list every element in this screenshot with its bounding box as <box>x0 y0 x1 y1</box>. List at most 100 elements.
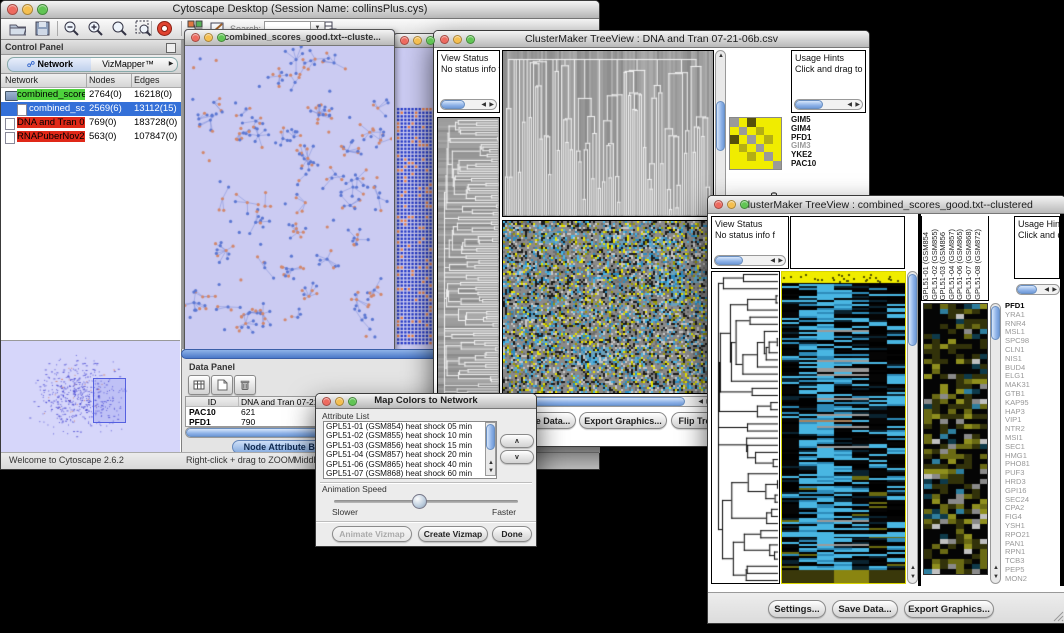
attribute-item[interactable]: GPL51-02 (GSM855) heat shock 10 min <box>326 431 496 440</box>
matrix-cell[interactable] <box>764 152 773 161</box>
attribute-list[interactable]: GPL51-01 (GSM854) heat shock 05 minGPL51… <box>323 421 497 479</box>
tv1-status-scrollbar[interactable]: ◀▶ <box>440 99 497 110</box>
matrix-cell[interactable] <box>773 118 782 127</box>
tv2-gene-vscrollbar[interactable]: ▲▼ <box>990 303 1001 584</box>
dense-network-canvas[interactable] <box>396 106 434 346</box>
attribute-item[interactable]: GPL51-03 (GSM856) heat shock 15 min <box>326 441 496 450</box>
data-row[interactable]: PAC10621 <box>186 407 316 417</box>
attribute-list-scrollbar[interactable]: ▲▼ <box>485 422 496 476</box>
matrix-cell[interactable] <box>747 152 756 161</box>
matrix-cell[interactable] <box>747 135 756 144</box>
matrix-cell[interactable] <box>764 135 773 144</box>
tv2-save-data-button[interactable]: Save Data... <box>832 600 898 618</box>
tab-network[interactable]: ☍ Network <box>7 57 93 72</box>
matrix-cell[interactable] <box>756 118 765 127</box>
zoom-out-icon[interactable] <box>63 20 81 37</box>
matrix-cell[interactable] <box>739 152 748 161</box>
matrix-cell[interactable] <box>739 161 748 170</box>
matrix-cell[interactable] <box>730 127 739 136</box>
matrix-cell[interactable] <box>747 118 756 127</box>
network-row[interactable]: RNAPuberNov2+|563(0)107847(0) <box>1 130 181 144</box>
move-down-button[interactable]: v <box>500 450 534 464</box>
help-lifebuoy-icon[interactable] <box>156 20 174 37</box>
slider-thumb[interactable] <box>412 494 427 509</box>
window-controls[interactable] <box>7 4 48 15</box>
tv2-row-dendrogram[interactable] <box>711 271 780 584</box>
tv2-heatmap[interactable] <box>781 271 906 584</box>
network-row[interactable]: combined_sco2569(6)13112(15) <box>1 102 181 116</box>
matrix-cell[interactable] <box>764 118 773 127</box>
matrix-cell[interactable] <box>756 144 765 153</box>
matrix-cell[interactable] <box>730 135 739 144</box>
tv1-hints-scrollbar[interactable]: ◀▶ <box>794 99 863 110</box>
network-frame-1[interactable]: combined_scores_good.txt--cluste... <box>184 29 395 351</box>
matrix-cell[interactable] <box>730 118 739 127</box>
network-view-canvas[interactable] <box>185 46 392 349</box>
attribute-item[interactable]: GPL51-07 (GSM868) heat shock 60 min <box>326 469 496 478</box>
matrix-cell[interactable] <box>764 127 773 136</box>
animate-vizmap-button[interactable]: Animate Vizmap <box>332 526 412 542</box>
matrix-cell[interactable] <box>730 161 739 170</box>
create-vizmap-button[interactable]: Create Vizmap <box>418 526 488 542</box>
matrix-cell[interactable] <box>764 144 773 153</box>
tab-vizmapper[interactable]: VizMapper™ <box>91 57 166 72</box>
main-title-bar[interactable]: Cytoscape Desktop (Session Name: collins… <box>1 1 599 19</box>
matrix-cell[interactable] <box>756 152 765 161</box>
network-overview[interactable] <box>1 340 180 453</box>
treeview1-title-bar[interactable]: ClusterMaker TreeView : DNA and Tran 07-… <box>434 31 869 48</box>
matrix-cell[interactable] <box>773 127 782 136</box>
attribute-item[interactable]: GPL51-06 (GSM865) heat shock 40 min <box>326 460 496 469</box>
data-col-id[interactable]: ID <box>186 397 239 406</box>
matrix-cell[interactable] <box>739 118 748 127</box>
resize-grip-icon[interactable] <box>1052 610 1064 622</box>
matrix-cell[interactable] <box>773 135 782 144</box>
matrix-cell[interactable] <box>747 127 756 136</box>
tv1-heatmap[interactable] <box>502 220 714 394</box>
network-row[interactable]: combined_scores_2764(0)16218(0) <box>1 88 181 102</box>
tv1-column-dendrogram[interactable] <box>502 50 714 217</box>
matrix-cell[interactable] <box>739 144 748 153</box>
dialog-title-bar[interactable]: Map Colors to Network <box>316 394 536 409</box>
network-col-header[interactable]: Network <box>5 75 38 85</box>
tv2-column-dendrogram[interactable] <box>790 216 905 269</box>
table-mode-button[interactable] <box>188 375 210 395</box>
data-col-attr[interactable]: DNA and Tran 07-21-06 <box>239 397 316 406</box>
tv2-heatmap-vscrollbar[interactable]: ▲▼ <box>907 271 918 584</box>
matrix-cell[interactable] <box>739 135 748 144</box>
matrix-cell[interactable] <box>730 144 739 153</box>
zoom-in-icon[interactable] <box>87 20 105 37</box>
open-icon[interactable] <box>9 20 27 37</box>
treeview2-title-bar[interactable]: ClusterMaker TreeView : combined_scores_… <box>708 196 1064 214</box>
zoom-fit-icon[interactable] <box>111 20 129 37</box>
matrix-cell[interactable] <box>773 161 782 170</box>
delete-attribute-button[interactable] <box>234 375 256 395</box>
data-row[interactable]: PFD1790 <box>186 417 316 427</box>
matrix-cell[interactable] <box>756 135 765 144</box>
network-col-header[interactable]: Edges <box>134 75 160 85</box>
move-up-button[interactable]: ʌ <box>500 434 534 448</box>
matrix-cell[interactable] <box>739 127 748 136</box>
matrix-cell[interactable] <box>756 161 765 170</box>
tv2-export-graphics-button[interactable]: Export Graphics... <box>904 600 994 618</box>
tv1-correlation-matrix[interactable] <box>729 117 782 170</box>
attribute-item[interactable]: GPL51-01 (GSM854) heat shock 05 min <box>326 422 496 431</box>
tv2-status-scrollbar[interactable]: ◀▶ <box>714 255 786 266</box>
matrix-cell[interactable] <box>730 152 739 161</box>
overview-viewport-rect[interactable] <box>93 378 126 423</box>
tv2-zoomed-heatmap[interactable] <box>923 303 988 575</box>
attribute-item[interactable]: GPL51-04 (GSM857) heat shock 20 min <box>326 450 496 459</box>
tv2-hints-scrollbar[interactable]: ◀▶ <box>1016 284 1060 295</box>
matrix-cell[interactable] <box>747 161 756 170</box>
matrix-cell[interactable] <box>756 127 765 136</box>
tv1-export-graphics-button[interactable]: Export Graphics... <box>579 412 667 429</box>
matrix-cell[interactable] <box>773 144 782 153</box>
tv1-row-dendrogram[interactable] <box>437 117 500 436</box>
matrix-cell[interactable] <box>747 144 756 153</box>
done-button[interactable]: Done <box>492 526 532 542</box>
network-col-header[interactable]: Nodes <box>89 75 115 85</box>
save-icon[interactable] <box>34 20 52 37</box>
tab-more-button[interactable]: ▶ <box>165 57 178 72</box>
new-attribute-button[interactable] <box>211 375 233 395</box>
tv2-settings-button[interactable]: Settings... <box>768 600 826 618</box>
network-row[interactable]: DNA and Tran 07769(0)183728(0) <box>1 116 181 130</box>
